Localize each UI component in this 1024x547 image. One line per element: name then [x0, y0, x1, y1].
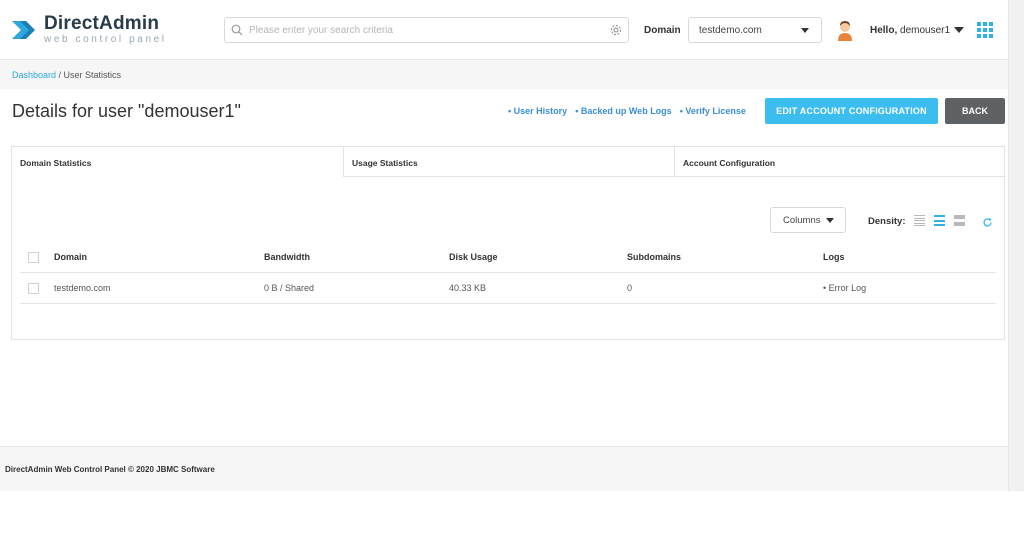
header-subdomains[interactable]: Subdomains: [627, 252, 823, 262]
verify-license-link[interactable]: • Verify License: [680, 106, 746, 116]
columns-label: Columns: [783, 214, 821, 226]
domain-label: Domain: [644, 25, 681, 36]
header-disk-usage[interactable]: Disk Usage: [449, 252, 627, 262]
domain-statistics-table: Domain Bandwidth Disk Usage Subdomains L…: [20, 242, 996, 304]
density-comfortable-icon[interactable]: [954, 215, 965, 226]
cell-domain[interactable]: testdemo.com: [54, 283, 264, 293]
header-bandwidth[interactable]: Bandwidth: [264, 252, 449, 262]
top-header: DirectAdmin web control panel Domain tes…: [0, 0, 1008, 60]
apps-grid-icon[interactable]: [977, 22, 993, 38]
statistics-panel: Domain Statistics Usage Statistics Accou…: [11, 146, 1005, 340]
breadcrumb-dashboard-link[interactable]: Dashboard: [12, 70, 56, 80]
quick-links: • User History • Backed up Web Logs • Ve…: [508, 106, 746, 116]
table-row: testdemo.com 0 B / Shared 40.33 KB 0 • E…: [20, 273, 996, 304]
edit-account-configuration-button[interactable]: EDIT ACCOUNT CONFIGURATION: [765, 98, 938, 124]
hello-label: Hello,: [870, 25, 898, 36]
density-label: Density:: [868, 216, 906, 227]
density-normal-icon[interactable]: [934, 215, 945, 226]
breadcrumb-bar: [0, 60, 1008, 89]
user-greeting[interactable]: Hello, demouser1: [870, 25, 950, 36]
avatar[interactable]: [836, 19, 854, 41]
footer-copyright: DirectAdmin Web Control Panel © 2020 JBM…: [5, 465, 215, 474]
domain-select[interactable]: testdemo.com: [688, 17, 822, 43]
logo-title: DirectAdmin: [44, 13, 160, 34]
breadcrumb-separator: /: [56, 70, 64, 80]
domain-select-value: testdemo.com: [699, 24, 762, 36]
cell-bandwidth: 0 B / Shared: [264, 283, 315, 293]
chevron-down-icon: [801, 28, 809, 33]
page-title: Details for user "demouser1": [12, 101, 241, 121]
username: demouser1: [900, 25, 951, 36]
directadmin-logo[interactable]: DirectAdmin web control panel: [12, 14, 167, 45]
chevron-down-icon: [826, 218, 834, 223]
tab-account-configuration[interactable]: Account Configuration: [674, 147, 1004, 177]
search-icon: [225, 24, 249, 36]
search-box: [224, 17, 629, 43]
header-logs: Logs: [823, 252, 845, 262]
backed-up-web-logs-link[interactable]: • Backed up Web Logs: [575, 106, 672, 116]
density-compact-icon[interactable]: [914, 215, 925, 226]
user-history-link[interactable]: • User History: [508, 106, 567, 116]
table-header-row: Domain Bandwidth Disk Usage Subdomains L…: [20, 242, 996, 273]
tab-bar: Domain Statistics Usage Statistics Accou…: [12, 147, 1004, 177]
error-log-link[interactable]: • Error Log: [823, 283, 996, 293]
header-domain[interactable]: Domain: [54, 252, 264, 262]
logo-subtitle: web control panel: [44, 34, 167, 45]
cell-subdomains: 0: [627, 283, 633, 293]
breadcrumb: Dashboard / User Statistics: [12, 70, 121, 80]
gear-icon[interactable]: [604, 24, 628, 36]
columns-button[interactable]: Columns: [770, 207, 846, 233]
cell-disk-usage: 40.33 KB: [449, 283, 487, 293]
user-menu-chevron-icon[interactable]: [954, 27, 964, 33]
logo-arrows-icon: [12, 15, 38, 45]
tab-domain-statistics[interactable]: Domain Statistics: [12, 147, 343, 177]
refresh-icon[interactable]: [982, 215, 993, 227]
search-input[interactable]: [249, 24, 604, 36]
select-all-checkbox[interactable]: [28, 251, 39, 263]
back-button[interactable]: BACK: [945, 98, 1005, 124]
breadcrumb-current: User Statistics: [63, 70, 122, 80]
scrollbar[interactable]: [1008, 0, 1024, 491]
row-checkbox[interactable]: [28, 282, 39, 294]
tab-usage-statistics[interactable]: Usage Statistics: [343, 147, 674, 177]
